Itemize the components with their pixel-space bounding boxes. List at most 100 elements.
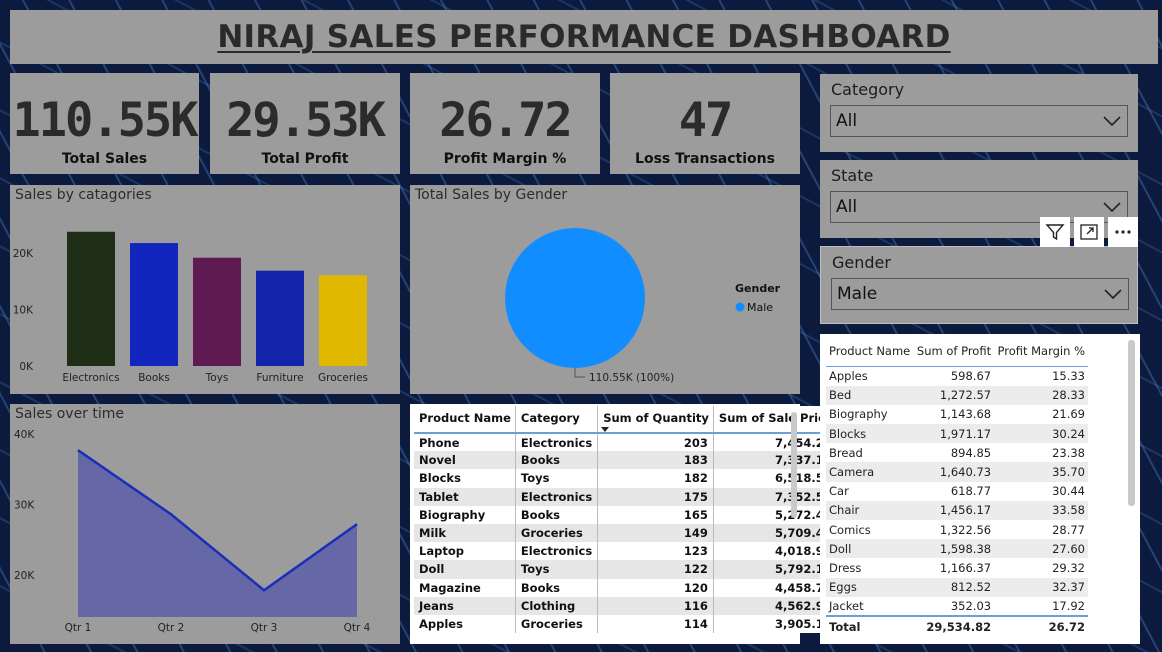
cell-product-name: Comics (829, 522, 871, 537)
cell-sum-of-quantity: 120 (597, 578, 714, 597)
column-header-label: Sum of Quantity (603, 411, 709, 425)
table-header-row: Product Name Sum of Profit Profit Margin… (826, 340, 1088, 367)
bar-groceries[interactable] (319, 275, 367, 366)
cell-product-name: Tablet (414, 487, 516, 506)
column-header-sum-of-quantity[interactable]: Sum of Quantity (597, 406, 714, 434)
legend-label-male[interactable]: Male (747, 301, 773, 314)
cell-sum-of-sale-price: 6,518.59 (774, 471, 832, 486)
kpi-card-total-profit[interactable]: 29.53K Total Profit (210, 73, 400, 174)
more-options-button[interactable] (1108, 217, 1138, 247)
cell-sum-of-sale-price: 5,272.45 (774, 507, 832, 522)
y-tick-label: 0K (19, 361, 34, 373)
cell-category: Clothing (515, 596, 599, 615)
table-row[interactable]: Apples Groceries 114 3,905.11 (414, 614, 837, 634)
column-header-category[interactable]: Category (515, 406, 599, 434)
cell-profit-margin: 27.60 (994, 539, 1088, 559)
table-row[interactable]: Milk Groceries 149 5,709.49 (414, 523, 837, 543)
table-row[interactable]: Dress 1,166.37 29.32 (826, 558, 1088, 577)
cell-sum-of-quantity: 114 (597, 614, 714, 634)
cell-sum-of-profit: 1,272.57 (913, 385, 995, 405)
table-row[interactable]: Phone Electronics 203 7,454.24 (414, 433, 837, 452)
table-row[interactable]: Doll 1,598.38 27.60 (826, 539, 1088, 559)
y-tick-label: 40K (14, 429, 35, 441)
focus-mode-button[interactable] (1074, 217, 1104, 247)
table-row[interactable]: Comics 1,322.56 28.77 (826, 520, 1088, 539)
cell-sum-of-quantity: 203 (597, 433, 714, 452)
cell-category: Groceries (515, 614, 599, 634)
table-row[interactable]: Apples 598.67 15.33 (826, 367, 1088, 386)
cell-sum-of-profit: 1,456.17 (913, 500, 995, 520)
gender-dropdown[interactable]: Male (831, 278, 1129, 310)
table-row[interactable]: Magazine Books 120 4,458.79 (414, 578, 837, 597)
table-row[interactable]: Doll Toys 122 5,792.18 (414, 560, 837, 579)
kpi-label: Loss Transactions (635, 151, 775, 167)
column-header-product-name[interactable]: Product Name (826, 340, 914, 367)
cell-sum-of-profit: 352.03 (950, 598, 992, 613)
table-row[interactable]: Novel Books 183 7,337.17 (414, 451, 837, 470)
bar-chart-panel[interactable]: Sales by catagories 0K 10K 20K Electronics B… (10, 185, 400, 394)
cell-sum-of-quantity: 149 (597, 523, 714, 543)
x-tick-label: Groceries (318, 372, 368, 384)
category-dropdown[interactable]: All (830, 105, 1128, 137)
cell-category: Books (515, 578, 599, 597)
product-table-scrollbar[interactable] (791, 412, 797, 518)
kpi-label: Total Sales (61, 151, 148, 167)
kpi-label: Profit Margin % (443, 151, 567, 167)
bar-electronics[interactable] (67, 231, 115, 366)
column-header-product-name[interactable]: Product Name (414, 406, 516, 434)
bar-books[interactable] (130, 243, 178, 366)
cell-product-name: Eggs (826, 577, 914, 597)
legend-title: Gender (735, 282, 781, 295)
column-header-profit-margin[interactable]: Profit Margin % (994, 340, 1088, 367)
category-slicer: Category All (820, 74, 1138, 152)
cell-sum-of-profit: 1,143.68 (939, 407, 992, 422)
area-chart-panel[interactable]: Sales over time 20K 30K 40K Qtr 1 Qtr 2 Qtr 3… (10, 404, 400, 644)
cell-product-name: Bed (826, 385, 914, 405)
table-row[interactable]: Biography 1,143.68 21.69 (826, 405, 1088, 424)
cell-sum-of-sale-price: 7,454.24 (774, 435, 832, 450)
table-row[interactable]: Bed 1,272.57 28.33 (826, 385, 1088, 405)
pie-chart-panel[interactable]: Total Sales by Gender 110.55K (100%) Gen… (410, 185, 800, 394)
table-row[interactable]: Camera 1,640.73 35.70 (826, 462, 1088, 482)
cell-sum-of-quantity: 165 (597, 505, 714, 524)
cell-sum-of-quantity: 122 (597, 560, 714, 579)
table-row[interactable]: Jeans Clothing 116 4,562.92 (414, 596, 837, 615)
x-tick-label: Electronics (62, 372, 119, 384)
cell-sum-of-quantity: 183 (597, 451, 714, 470)
filter-button[interactable] (1040, 217, 1070, 247)
table-row[interactable]: Blocks 1,971.17 30.24 (826, 424, 1088, 444)
cell-sum-of-profit: 1,971.17 (913, 424, 995, 444)
bar-toys[interactable] (193, 257, 241, 366)
kpi-label: Total Profit (261, 151, 349, 167)
table-row[interactable]: Biography Books 165 5,272.45 (414, 505, 837, 524)
slicer-title: Gender (832, 253, 891, 272)
kpi-card-total-sales[interactable]: 110.55K Total Sales (10, 73, 199, 174)
cell-sum-of-profit: 618.77 (950, 484, 992, 499)
table-row[interactable]: Bread 894.85 23.38 (826, 443, 1088, 462)
column-header-sum-of-sale-price[interactable]: Sum of Sale Price (713, 406, 837, 434)
table-row[interactable]: Jacket 352.03 17.92 (826, 597, 1088, 616)
kpi-card-loss-transactions[interactable]: 47 Loss Transactions (610, 73, 800, 174)
bar-furniture[interactable] (256, 270, 304, 366)
table-row[interactable]: Laptop Electronics 123 4,018.92 (414, 542, 837, 561)
dropdown-value: All (836, 111, 858, 131)
chevron-down-icon (1103, 116, 1121, 127)
cell-product-name: Magazine (414, 578, 516, 597)
table-row[interactable]: Blocks Toys 182 6,518.59 (414, 469, 837, 488)
cell-profit-margin: 17.92 (1052, 598, 1085, 613)
table-row[interactable]: Car 618.77 30.44 (826, 482, 1088, 501)
pie-slice-male[interactable] (505, 228, 645, 368)
column-header-sum-of-profit[interactable]: Sum of Profit (913, 340, 995, 367)
cell-profit-margin: 32.37 (994, 577, 1088, 597)
kpi-card-profit-margin[interactable]: 26.72 Profit Margin % (410, 73, 600, 174)
table-row[interactable]: Tablet Electronics 175 7,352.57 (414, 487, 837, 506)
cell-product-name: Biography (414, 505, 516, 524)
profit-table-scrollbar[interactable] (1128, 340, 1135, 506)
cell-product-name: Doll (826, 539, 914, 559)
cell-profit-margin: 21.69 (1052, 407, 1085, 422)
table-row[interactable]: Chair 1,456.17 33.58 (826, 500, 1088, 520)
kpi-value: 47 (678, 93, 734, 148)
cell-product-name: Novel (414, 451, 516, 470)
table-row[interactable]: Eggs 812.52 32.37 (826, 577, 1088, 597)
y-tick-label: 10K (13, 305, 34, 317)
